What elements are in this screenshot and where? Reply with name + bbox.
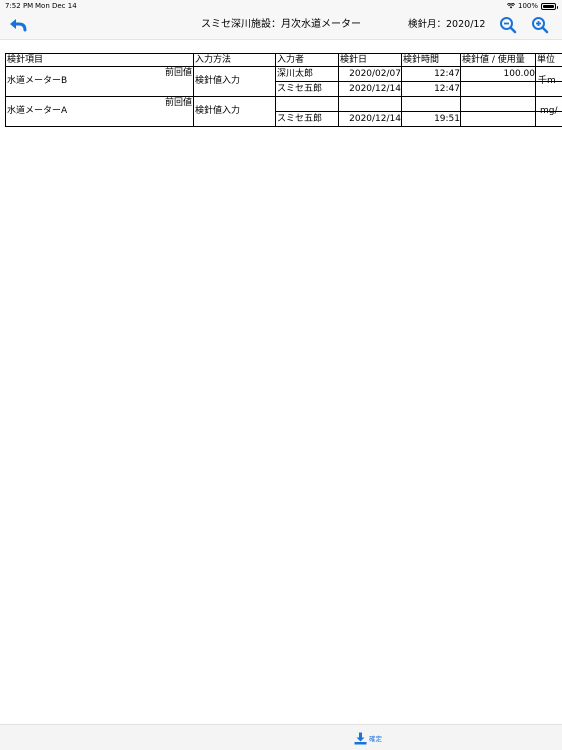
value-cell: 100.00 — [503, 69, 536, 79]
nav-bar: スミセ深川施設：月次水道メーター 検針月：2020/12 — [0, 12, 562, 40]
header-value: 検針値 / 使用量 — [462, 55, 525, 65]
date-cell[interactable]: 2020/12/14 — [339, 83, 401, 95]
status-date: Mon Dec 14 — [35, 2, 77, 10]
inputter-cell: スミセ五郎 — [277, 114, 323, 124]
time-cell[interactable]: 12:47 — [402, 83, 460, 95]
header-inputter: 入力者 — [277, 55, 305, 65]
status-bar: 7:52 PM Mon Dec 14 100% — [0, 0, 562, 12]
month-indicator: 検針月：2020/12 — [408, 12, 485, 38]
bottom-toolbar: 確定 — [0, 724, 562, 750]
wifi-icon — [506, 3, 515, 9]
month-value: 2020/12 — [446, 19, 486, 30]
input-method[interactable]: 検針値入力 — [195, 75, 240, 87]
meter-name[interactable]: 水道メーターB — [7, 75, 67, 87]
status-time: 7:52 PM — [5, 2, 34, 10]
battery-percent: 100% — [517, 2, 538, 10]
zoom-in-icon[interactable] — [531, 16, 549, 34]
unit-label: 千m — [538, 76, 556, 86]
time-cell[interactable]: 19:51 — [402, 113, 460, 125]
header-date: 検針日 — [340, 55, 368, 65]
header-time: 検針時間 — [403, 55, 440, 65]
status-right: 100% — [506, 0, 558, 12]
battery-icon — [541, 2, 558, 10]
inputter-cell: 深川太郎 — [277, 69, 314, 79]
meter-grid: 検針項目 入力方法 入力者 検針日 検針時間 検針値 / 使用量 単位 前回値 … — [5, 53, 562, 129]
date-cell: 2020/02/07 — [349, 69, 401, 79]
input-method[interactable]: 検針値入力 — [195, 105, 240, 117]
prev-value-label: 前回値 — [164, 68, 192, 78]
meter-name[interactable]: 水道メーターA — [7, 105, 67, 117]
date-cell[interactable]: 2020/12/14 — [339, 113, 401, 125]
time-cell: 12:47 — [434, 69, 460, 79]
header-method: 入力方法 — [195, 55, 232, 65]
confirm-button[interactable]: 確定 — [354, 731, 382, 745]
prev-value-label: 前回値 — [164, 98, 192, 108]
confirm-label: 確定 — [369, 735, 382, 743]
header-unit: 単位 — [537, 55, 556, 65]
download-icon — [354, 732, 367, 744]
header-item: 検針項目 — [7, 55, 44, 65]
unit-label: mg/ — [540, 106, 558, 116]
inputter-cell: スミセ五郎 — [277, 84, 323, 94]
meter-table: 検針項目 入力方法 入力者 検針日 検針時間 検針値 / 使用量 単位 前回値 … — [5, 53, 562, 129]
zoom-out-icon[interactable] — [499, 16, 517, 34]
month-label: 検針月： — [408, 19, 447, 30]
